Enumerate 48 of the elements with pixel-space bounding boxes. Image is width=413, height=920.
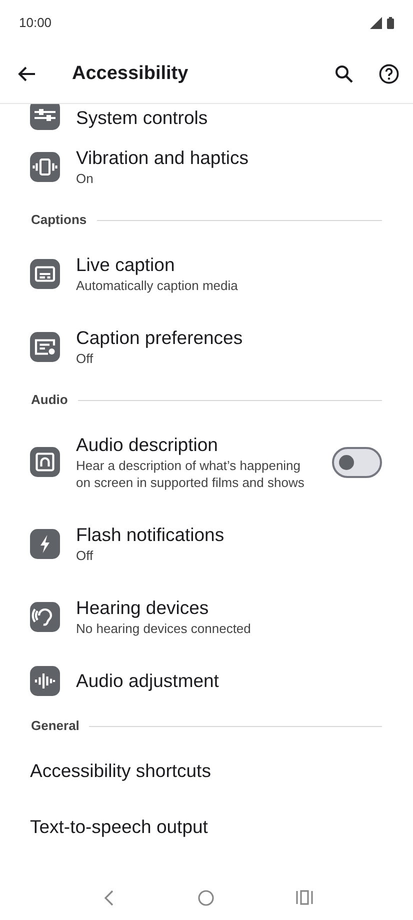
settings-item[interactable]: Hearing devices No hearing devices connected: [0, 580, 413, 653]
setting-title: Live caption: [76, 253, 176, 277]
settings-item[interactable]: Text-to-speech output: [0, 799, 413, 855]
help-icon: [379, 64, 399, 84]
page-title: Accessibility: [72, 62, 190, 86]
battery-icon: [387, 16, 394, 28]
setting-title: Hearing devices: [76, 596, 210, 620]
setting-title: Vibration and haptics: [76, 146, 250, 170]
setting-title: Audio adjustment: [76, 669, 220, 693]
settings-item[interactable]: System controls: [0, 104, 413, 130]
settings-item[interactable]: Caption preferences Off: [0, 310, 413, 383]
caption-settings-icon: [30, 332, 60, 362]
back-arrow-icon: [18, 66, 36, 82]
setting-title: Text-to-speech output: [30, 815, 209, 839]
section-header: Audio: [31, 391, 68, 410]
settings-item[interactable]: Flash notifications Off: [0, 507, 413, 580]
toggle-switch[interactable]: [332, 446, 382, 478]
status-time: 10:00: [19, 14, 52, 32]
settings-item[interactable]: Audio adjustment: [0, 653, 413, 709]
caption-icon: [30, 258, 60, 288]
settings-item[interactable]: Accessibility shortcuts: [0, 743, 413, 799]
setting-title: Caption preferences: [76, 326, 244, 350]
signal-icon: [370, 16, 382, 28]
setting-title: Accessibility shortcuts: [30, 759, 212, 783]
settings-item[interactable]: Vibration and haptics On: [0, 130, 413, 203]
setting-title: System controls: [76, 106, 209, 130]
section-header: General: [31, 717, 80, 736]
home-circle-icon: [198, 890, 214, 906]
setting-title: Audio description: [76, 433, 219, 457]
search-icon: [335, 65, 353, 83]
settings-item[interactable]: Live caption Automatically caption media: [0, 237, 413, 310]
setting-summary: Off: [76, 547, 94, 564]
ear-icon: [30, 602, 60, 632]
setting-summary: On: [76, 170, 94, 187]
vibration-icon: [30, 152, 60, 182]
setting-summary: Automatically caption media: [76, 277, 239, 294]
setting-title: Flash notifications: [76, 523, 226, 547]
settings-item[interactable]: Audio description Hear a description of what’s happening on screen in supported films and shows: [0, 417, 413, 507]
audio-description-icon: [30, 447, 60, 477]
setting-summary: No hearing devices connected: [76, 620, 252, 637]
lightning-icon: [30, 528, 60, 558]
back-chevron-icon: [104, 890, 114, 906]
section-header: Captions: [31, 211, 87, 230]
setting-summary: Hear a description of what’s happening on screen in supported films and shows: [76, 457, 306, 491]
sound-wave-icon: [30, 666, 60, 696]
setting-summary: Off: [76, 350, 94, 367]
recents-icon: [296, 890, 313, 905]
help-button[interactable]: [377, 62, 401, 86]
